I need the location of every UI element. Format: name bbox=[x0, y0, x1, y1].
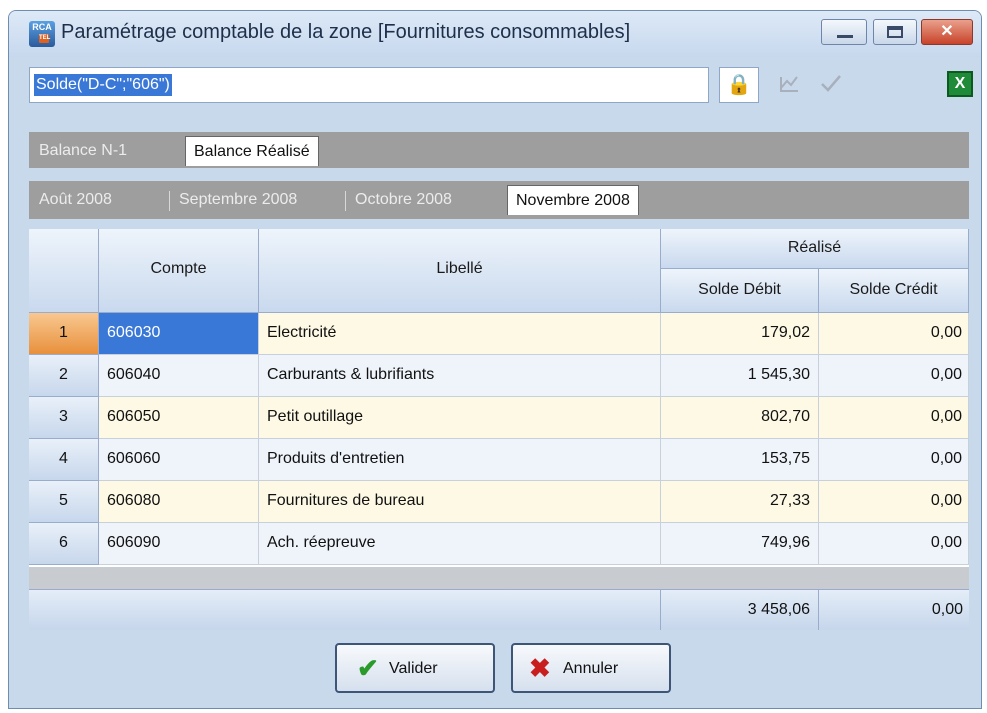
formula-text: Solde("D-C";"606") bbox=[34, 74, 172, 96]
close-icon: ✖ bbox=[529, 653, 551, 683]
totals-row: 3 458,06 0,00 bbox=[29, 589, 969, 630]
cell-solde-credit[interactable]: 0,00 bbox=[819, 523, 969, 565]
header-compte[interactable]: Compte bbox=[99, 229, 259, 313]
cell-solde-debit[interactable]: 27,33 bbox=[661, 481, 819, 523]
cell-compte[interactable]: 606040 bbox=[99, 355, 259, 397]
cell-solde-credit[interactable]: 0,00 bbox=[819, 481, 969, 523]
header-libelle[interactable]: Libellé bbox=[259, 229, 661, 313]
cell-compte[interactable]: 606080 bbox=[99, 481, 259, 523]
row-number[interactable]: 5 bbox=[29, 481, 99, 523]
tab-aout-2008[interactable]: Août 2008 bbox=[39, 185, 112, 215]
tabstrip-balance: Balance N-1 Balance Réalisé bbox=[29, 132, 969, 168]
dialog-window: RCA TEL Paramétrage comptable de la zone… bbox=[8, 10, 982, 709]
cell-compte[interactable]: 606090 bbox=[99, 523, 259, 565]
tab-octobre-2008[interactable]: Octobre 2008 bbox=[355, 185, 452, 215]
valider-label: Valider bbox=[389, 660, 438, 677]
cell-solde-credit[interactable]: 0,00 bbox=[819, 313, 969, 355]
check-icon: ✔ bbox=[357, 653, 379, 683]
cell-solde-debit[interactable]: 179,02 bbox=[661, 313, 819, 355]
header-realise: Réalisé bbox=[661, 229, 969, 269]
formula-bar: Solde("D-C";"606") 🔒 X bbox=[29, 67, 973, 107]
header-solde-credit[interactable]: Solde Crédit bbox=[819, 269, 969, 313]
lock-button[interactable]: 🔒 bbox=[719, 67, 759, 103]
row-number[interactable]: 4 bbox=[29, 439, 99, 481]
title-bar[interactable]: RCA TEL Paramétrage comptable de la zone… bbox=[9, 11, 981, 57]
cell-solde-credit[interactable]: 0,00 bbox=[819, 397, 969, 439]
cell-solde-debit[interactable]: 153,75 bbox=[661, 439, 819, 481]
formula-input[interactable]: Solde("D-C";"606") bbox=[29, 67, 709, 103]
total-solde-credit: 0,00 bbox=[931, 601, 963, 618]
table-row[interactable]: 2 606040 Carburants & lubrifiants 1 545,… bbox=[29, 355, 969, 397]
cell-libelle[interactable]: Produits d'entretien bbox=[259, 439, 661, 481]
row-number[interactable]: 1 bbox=[29, 313, 99, 355]
annuler-label: Annuler bbox=[563, 660, 619, 677]
header-solde-debit[interactable]: Solde Débit bbox=[661, 269, 819, 313]
lock-icon: 🔒 bbox=[726, 74, 752, 96]
cell-solde-credit[interactable]: 0,00 bbox=[819, 355, 969, 397]
row-number[interactable]: 2 bbox=[29, 355, 99, 397]
tab-separator bbox=[169, 191, 170, 211]
maximize-icon bbox=[887, 26, 903, 38]
cell-compte[interactable]: 606060 bbox=[99, 439, 259, 481]
total-solde-debit: 3 458,06 bbox=[661, 590, 819, 630]
close-button[interactable]: ✕ bbox=[921, 19, 973, 45]
tab-separator bbox=[345, 191, 346, 211]
cell-libelle[interactable]: Electricité bbox=[259, 313, 661, 355]
annuler-button[interactable]: ✖ Annuler bbox=[511, 643, 671, 693]
cell-solde-debit[interactable]: 1 545,30 bbox=[661, 355, 819, 397]
totals-label-area bbox=[29, 590, 661, 630]
cell-libelle[interactable]: Petit outillage bbox=[259, 397, 661, 439]
table-row[interactable]: 6 606090 Ach. réepreuve 749,96 0,00 bbox=[29, 523, 969, 565]
cell-compte[interactable]: 606030 bbox=[99, 313, 259, 355]
minimize-button[interactable] bbox=[821, 19, 867, 45]
cell-solde-debit[interactable]: 802,70 bbox=[661, 397, 819, 439]
tab-septembre-2008[interactable]: Septembre 2008 bbox=[179, 185, 297, 215]
tab-balance-realise[interactable]: Balance Réalisé bbox=[185, 136, 319, 166]
row-number[interactable]: 6 bbox=[29, 523, 99, 565]
cell-libelle[interactable]: Ach. réepreuve bbox=[259, 523, 661, 565]
cell-libelle[interactable]: Fournitures de bureau bbox=[259, 481, 661, 523]
row-number[interactable]: 3 bbox=[29, 397, 99, 439]
valider-button[interactable]: ✔ Valider bbox=[335, 643, 495, 693]
maximize-button[interactable] bbox=[873, 19, 917, 45]
tab-novembre-2008[interactable]: Novembre 2008 bbox=[507, 185, 639, 215]
table-row[interactable]: 3 606050 Petit outillage 802,70 0,00 bbox=[29, 397, 969, 439]
header-corner bbox=[29, 229, 99, 313]
cell-solde-credit[interactable]: 0,00 bbox=[819, 439, 969, 481]
cell-libelle[interactable]: Carburants & lubrifiants bbox=[259, 355, 661, 397]
cell-compte[interactable]: 606050 bbox=[99, 397, 259, 439]
chart-icon[interactable] bbox=[777, 71, 801, 101]
table-row[interactable]: 4 606060 Produits d'entretien 153,75 0,0… bbox=[29, 439, 969, 481]
check-icon[interactable] bbox=[819, 71, 843, 101]
accounts-table: Compte Libellé Réalisé Solde Débit Solde… bbox=[29, 229, 969, 630]
excel-icon[interactable]: X bbox=[947, 71, 973, 97]
tab-balance-n1[interactable]: Balance N-1 bbox=[39, 136, 127, 166]
window-title: Paramétrage comptable de la zone [Fourni… bbox=[61, 21, 631, 43]
empty-row bbox=[29, 567, 969, 589]
close-icon: ✕ bbox=[940, 23, 954, 40]
minimize-icon bbox=[837, 35, 853, 38]
table-row[interactable]: 5 606080 Fournitures de bureau 27,33 0,0… bbox=[29, 481, 969, 523]
tabstrip-months: Août 2008 Septembre 2008 Octobre 2008 No… bbox=[29, 181, 969, 219]
cell-solde-debit[interactable]: 749,96 bbox=[661, 523, 819, 565]
table-row[interactable]: 1 606030 Electricité 179,02 0,00 bbox=[29, 313, 969, 355]
app-icon: RCA TEL bbox=[29, 21, 55, 47]
